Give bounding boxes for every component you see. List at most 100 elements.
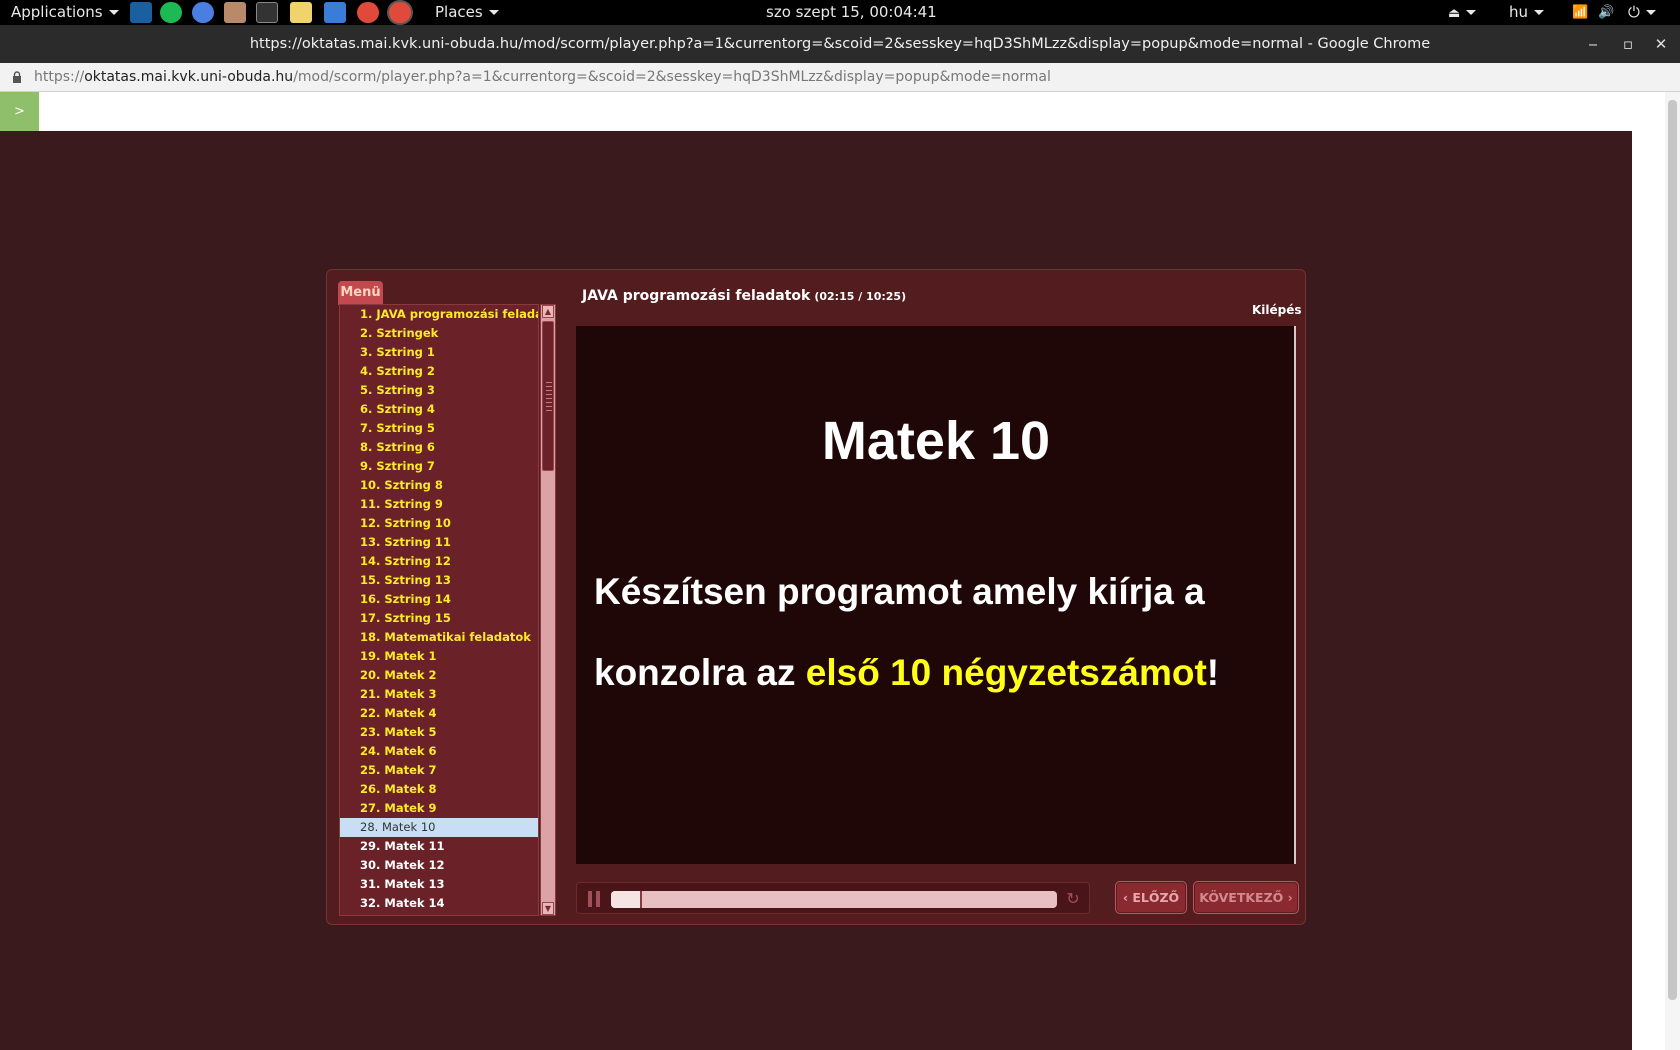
volume-icon[interactable]: 🔊	[1598, 0, 1614, 25]
grip-line	[546, 382, 552, 383]
playback-progress-bar[interactable]	[611, 891, 1057, 908]
places-menu[interactable]: Places	[435, 0, 499, 25]
toc-item[interactable]: 8. Sztring 6	[340, 438, 538, 457]
toc-item[interactable]: 19. Matek 1	[340, 647, 538, 666]
toc-scrollbar-thumb[interactable]	[542, 321, 554, 471]
scroll-up-icon[interactable]: ▲	[542, 305, 554, 318]
grip-line	[546, 406, 552, 407]
chrome-icon[interactable]	[357, 2, 379, 23]
grip-line	[546, 410, 552, 411]
toc-item[interactable]: 11. Sztring 9	[340, 495, 538, 514]
slide-text-line-2: konzolra az első 10 négyzetszámot!	[594, 652, 1219, 694]
toc-toggle-strip: >	[0, 92, 1632, 131]
system-monitor-icon[interactable]	[324, 2, 346, 23]
grip-line	[546, 398, 552, 399]
next-button[interactable]: KÖVETKEZŐ ›	[1193, 881, 1299, 914]
playback-progress-fill	[611, 891, 643, 908]
wifi-icon[interactable]: 📶	[1572, 0, 1588, 25]
lock-icon	[13, 71, 21, 83]
playback-time: (02:15 / 10:25)	[814, 290, 907, 303]
toc-item[interactable]: 16. Sztring 14	[340, 590, 538, 609]
minimize-button[interactable]: ‒	[1578, 25, 1608, 63]
toc-item[interactable]: 17. Sztring 15	[340, 609, 538, 628]
pause-icon[interactable]	[587, 891, 601, 907]
page-viewport: > Menü 1. JAVA programozási felada... 2. …	[0, 92, 1680, 1050]
toc-item[interactable]: 31. Matek 13	[340, 875, 538, 894]
url-scheme: https://	[34, 69, 85, 85]
toc-item[interactable]: 6. Sztring 4	[340, 400, 538, 419]
text-editor-icon[interactable]	[290, 2, 312, 23]
course-title: JAVA programozási feladatok	[582, 288, 811, 304]
toc-item[interactable]: 29. Matek 11	[340, 837, 538, 856]
chevron-down-icon	[488, 10, 499, 15]
grip-line	[546, 386, 552, 387]
toc-item[interactable]: 21. Matek 3	[340, 685, 538, 704]
toc-item[interactable]: 4. Sztring 2	[340, 362, 538, 381]
maximize-button[interactable]: ▫	[1613, 25, 1643, 63]
toc-item[interactable]: 1. JAVA programozási felada...	[340, 305, 538, 324]
address-url[interactable]: https://oktatas.mai.kvk.uni-obuda.hu/mod…	[34, 63, 1051, 92]
chevron-down-icon	[1645, 10, 1656, 15]
toc-item[interactable]: 13. Sztring 11	[340, 533, 538, 552]
toc-item[interactable]: 9. Sztring 7	[340, 457, 538, 476]
slide-text-highlight: első 10 négyzetszámot	[805, 652, 1207, 693]
address-bar[interactable]: https://oktatas.mai.kvk.uni-obuda.hu/mod…	[0, 63, 1680, 92]
grip-line	[546, 402, 552, 403]
desktop-icon[interactable]	[130, 2, 152, 23]
applications-menu[interactable]: Applications	[11, 0, 119, 25]
toc-item[interactable]: 22. Matek 4	[340, 704, 538, 723]
toc-item[interactable]: 28. Matek 10	[340, 818, 538, 837]
places-label: Places	[435, 3, 483, 21]
chevron-down-icon	[1466, 10, 1477, 15]
toc-list: 1. JAVA programozási felada... 2. Sztring…	[339, 304, 539, 916]
scroll-down-icon[interactable]: ▼	[542, 902, 554, 915]
menu-tab[interactable]: Menü	[338, 281, 383, 305]
toc-item[interactable]: 18. Matematikai feladatok	[340, 628, 538, 647]
toc-item[interactable]: 20. Matek 2	[340, 666, 538, 685]
slide-stage: Matek 10 Készítsen programot amely kiírj…	[576, 326, 1296, 864]
scorm-player: Menü 1. JAVA programozási felada... 2. Sz…	[326, 269, 1306, 925]
toc-item[interactable]: 12. Sztring 10	[340, 514, 538, 533]
slide-text-line-1: Készítsen programot amely kiírja a	[594, 571, 1205, 612]
toc-item[interactable]: 2. Sztringek	[340, 324, 538, 343]
exit-link[interactable]: Kilépés	[1252, 303, 1302, 317]
toc-item[interactable]: 14. Sztring 12	[340, 552, 538, 571]
eject-menu[interactable]: ⏏	[1448, 0, 1477, 25]
power-icon: ⏻	[1628, 3, 1640, 21]
toc-scrollbar[interactable]: ▲ ▼	[540, 304, 556, 916]
chevron-down-icon	[1534, 10, 1545, 15]
chromium-icon[interactable]	[192, 2, 214, 23]
grip-line	[546, 390, 552, 391]
replay-icon[interactable]: ↻	[1064, 890, 1082, 908]
toc-item[interactable]: 25. Matek 7	[340, 761, 538, 780]
toc-item[interactable]: 7. Sztring 5	[340, 419, 538, 438]
power-menu[interactable]: ⏻	[1628, 0, 1656, 25]
toc-item[interactable]: 32. Matek 14	[340, 894, 538, 913]
terminal-icon[interactable]	[256, 2, 278, 23]
toc-item[interactable]: 10. Sztring 8	[340, 476, 538, 495]
toc-item[interactable]: 3. Sztring 1	[340, 343, 538, 362]
page-scrollbar[interactable]	[1665, 92, 1680, 1050]
toc-item[interactable]: 23. Matek 5	[340, 723, 538, 742]
slide-header: JAVA programozási feladatok (02:15 / 10:2…	[582, 288, 906, 304]
toc-item[interactable]: 24. Matek 6	[340, 742, 538, 761]
spotify-icon[interactable]	[160, 2, 182, 23]
close-button[interactable]: ✕	[1646, 25, 1676, 63]
archive-icon[interactable]	[224, 2, 246, 23]
toc-item[interactable]: 27. Matek 9	[340, 799, 538, 818]
system-top-bar: Applications Places szo szept 15, 00:04:…	[0, 0, 1680, 25]
grip-line	[546, 394, 552, 395]
toc-toggle-button[interactable]: >	[0, 92, 39, 131]
window-title-bar: https://oktatas.mai.kvk.uni-obuda.hu/mod…	[0, 25, 1680, 63]
slide-text-suffix: !	[1206, 652, 1220, 693]
language-menu[interactable]: hu	[1509, 0, 1545, 25]
chrome-active-icon[interactable]	[389, 2, 411, 23]
toc-item[interactable]: 15. Sztring 13	[340, 571, 538, 590]
page-scrollbar-thumb[interactable]	[1668, 100, 1677, 1000]
applications-label: Applications	[11, 3, 103, 21]
toc-item[interactable]: 5. Sztring 3	[340, 381, 538, 400]
clock[interactable]: szo szept 15, 00:04:41	[766, 0, 937, 25]
toc-item[interactable]: 26. Matek 8	[340, 780, 538, 799]
previous-button[interactable]: ‹ ELŐZŐ	[1115, 881, 1187, 914]
toc-item[interactable]: 30. Matek 12	[340, 856, 538, 875]
